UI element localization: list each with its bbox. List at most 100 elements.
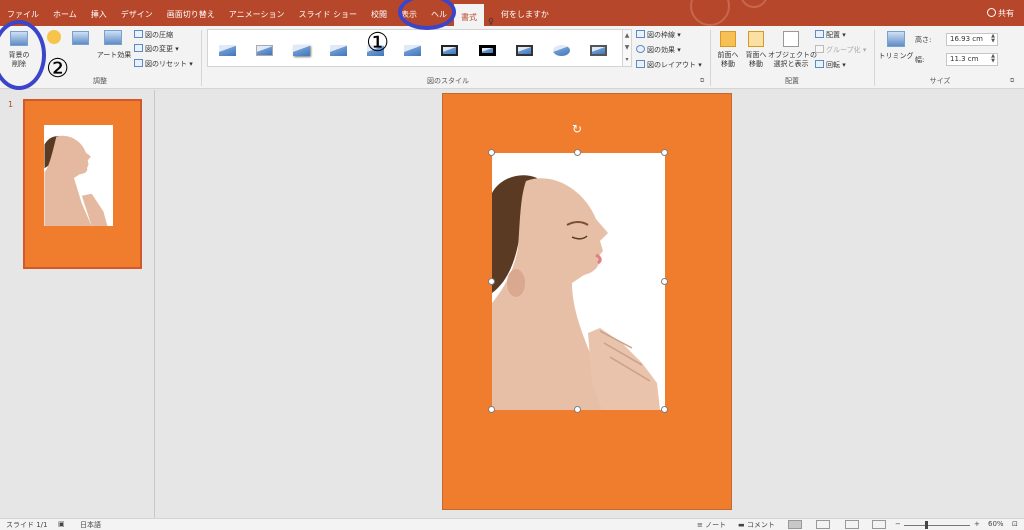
picture-layout-label: 図のレイアウト [647, 61, 696, 69]
zoom-slider[interactable] [904, 525, 970, 526]
slide-sorter-button[interactable] [816, 520, 830, 529]
language-indicator[interactable]: 日本語 [80, 520, 101, 530]
resize-handle-bottom-left[interactable] [488, 406, 495, 413]
reset-picture-button[interactable]: 図のリセット ▾ [134, 59, 193, 69]
slide-count: スライド 1/1 [6, 521, 48, 529]
picture-effects-button[interactable]: 図の効果 ▾ [636, 45, 681, 55]
picture-style-6[interactable] [401, 41, 424, 60]
height-label: 高さ: [915, 36, 932, 44]
tab-3[interactable]: デザイン [114, 0, 160, 26]
pen-icon [636, 30, 645, 38]
comments-button[interactable]: ▬ コメント [738, 520, 775, 530]
zoom-slider-thumb[interactable] [925, 521, 928, 529]
resize-handle-top[interactable] [574, 149, 581, 156]
rotate-button[interactable]: 回転 ▾ [815, 60, 846, 70]
resize-handle-bottom-right[interactable] [661, 406, 668, 413]
change-picture-icon [134, 44, 143, 52]
notes-button[interactable]: ≡ ノート [697, 520, 726, 530]
decorative-circle [740, 0, 768, 8]
picture-style-9[interactable] [513, 41, 536, 60]
picture-style-11[interactable] [587, 41, 610, 60]
color-icon [72, 31, 89, 45]
align-button[interactable]: 配置 ▾ [815, 30, 846, 40]
tab-4[interactable]: 画面切り替え [160, 0, 222, 26]
share-button[interactable]: 共有 [987, 8, 1014, 19]
height-spinner[interactable]: ▲ ▼ [991, 34, 995, 44]
dialog-launcher-icon[interactable]: ⧉ [1010, 77, 1014, 85]
send-backward-button[interactable]: 背面へ 移動 [742, 29, 770, 75]
resize-handle-top-left[interactable] [488, 149, 495, 156]
picture-styles-group-label: 図のスタイル [427, 77, 469, 85]
reset-label: 図のリセット [145, 60, 187, 68]
annotation-number-two: ② [46, 54, 70, 84]
tab-5[interactable]: アニメーション [222, 0, 292, 26]
send-backward-icon [748, 31, 764, 47]
height-input[interactable]: 16.93 cm ▲ ▼ [946, 33, 998, 46]
resize-handle-right[interactable] [661, 278, 668, 285]
group-button[interactable]: グループ化 ▾ [815, 45, 866, 55]
change-picture-button[interactable]: 図の変更 ▾ [134, 44, 179, 54]
picture-style-8[interactable] [476, 41, 499, 60]
decorative-circle [690, 0, 730, 26]
thumbnail-photo [44, 125, 113, 226]
width-value: 11.3 cm [950, 55, 979, 63]
picture-border-button[interactable]: 図の枠線 ▾ [636, 30, 681, 40]
gallery-scroll[interactable]: ▲ ▼ ▾ [622, 29, 632, 67]
resize-handle-top-right[interactable] [661, 149, 668, 156]
compress-pictures-button[interactable]: 図の圧縮 [134, 30, 173, 40]
tab-6[interactable]: スライド ショー [291, 0, 364, 26]
picture-layout-button[interactable]: 図のレイアウト ▾ [636, 60, 702, 70]
width-label: 幅: [915, 56, 925, 64]
zoom-in-button[interactable]: + [974, 520, 980, 528]
annotation-number-one: ① [366, 28, 390, 58]
picture-style-4[interactable] [327, 41, 350, 60]
tab-7[interactable]: 校閲 [364, 0, 394, 26]
spellcheck-icon[interactable]: ▣ [58, 520, 65, 528]
color-button[interactable] [70, 29, 92, 59]
art-effects-button[interactable]: アート効果 [96, 29, 132, 73]
zoom-out-button[interactable]: − [895, 520, 901, 528]
status-bar: スライド 1/1 ▣ 日本語 ≡ ノート ▬ コメント − + 60% ⊡ [0, 518, 1024, 530]
adjust-group-label: 調整 [93, 77, 107, 85]
bring-forward-icon [720, 31, 736, 47]
group-icon [815, 45, 824, 53]
resize-handle-left[interactable] [488, 278, 495, 285]
picture-border-label: 図の枠線 [647, 31, 675, 39]
picture-style-10[interactable] [550, 41, 573, 60]
normal-view-button[interactable] [788, 520, 802, 529]
group-divider [201, 30, 202, 86]
user-icon [987, 8, 996, 17]
picture-style-1[interactable] [216, 41, 239, 60]
arrange-group-label: 配置 [785, 77, 799, 85]
bring-forward-button[interactable]: 前面へ 移動 [714, 29, 742, 75]
picture-style-7[interactable] [438, 41, 461, 60]
tab-2[interactable]: 挿入 [84, 0, 114, 26]
selected-picture[interactable] [492, 153, 665, 410]
ribbon: 背景の 削除 アート効果 図の圧縮 図の変更 ▾ 図のリセット ▾ 調整 ▲ ▼ ▾… [0, 26, 1024, 89]
size-group-label: サイズ [929, 77, 951, 85]
slideshow-button[interactable] [872, 520, 886, 529]
compress-label: 図の圧縮 [145, 31, 173, 39]
effects-icon [636, 45, 645, 53]
width-input[interactable]: 11.3 cm ▲ ▼ [946, 53, 998, 66]
group-label: グループ化 [826, 46, 861, 54]
zoom-level[interactable]: 60% [988, 520, 1004, 528]
tab-1[interactable]: ホーム [46, 0, 84, 26]
fit-to-window-icon[interactable]: ⊡ [1012, 520, 1018, 528]
resize-handle-bottom[interactable] [574, 406, 581, 413]
crop-button[interactable]: トリミング [879, 29, 914, 73]
width-spinner[interactable]: ▲ ▼ [991, 54, 995, 64]
picture-style-2[interactable] [253, 41, 276, 60]
picture-style-3[interactable] [290, 41, 313, 60]
reading-view-button[interactable] [845, 520, 859, 529]
art-effects-label: アート効果 [96, 51, 132, 59]
rotate-handle-icon[interactable]: ↻ [572, 123, 584, 135]
reset-icon [134, 59, 143, 67]
tab-10[interactable]: 書式 [454, 4, 484, 26]
picture-styles-gallery [207, 29, 623, 67]
selection-pane-icon [783, 31, 799, 47]
tab-11[interactable]: 何をしますか [494, 0, 556, 26]
slide-number: 1 [8, 100, 14, 109]
selection-pane-button[interactable]: オブジェクトの 選択と表示 [768, 29, 817, 75]
dialog-launcher-icon[interactable]: ⧉ [700, 77, 704, 85]
